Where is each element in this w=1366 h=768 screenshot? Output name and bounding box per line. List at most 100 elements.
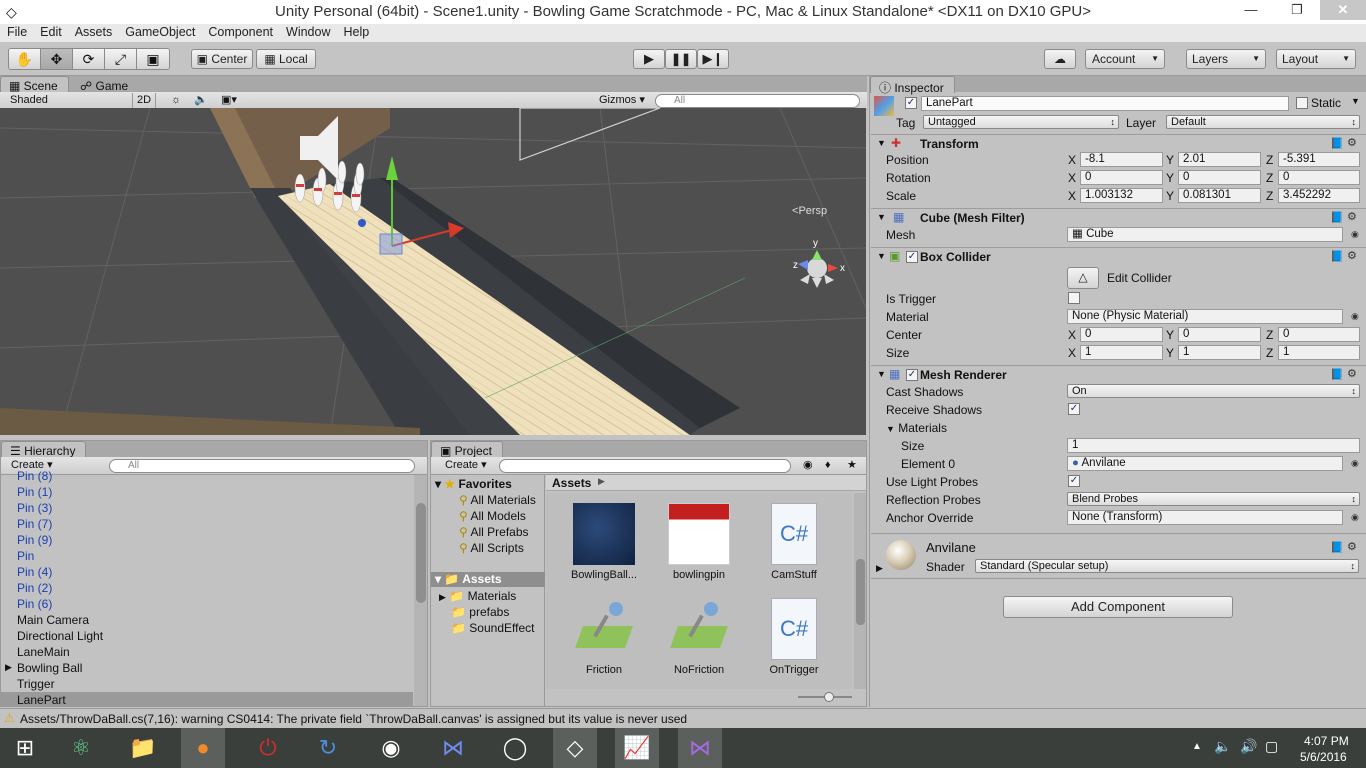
- hierarchy-scrollbar[interactable]: [414, 475, 427, 706]
- atom-app-icon[interactable]: ⚛: [59, 728, 103, 768]
- mesh-renderer-enabled-checkbox[interactable]: ✓: [906, 369, 918, 381]
- tag-dropdown[interactable]: Untagged: [923, 115, 1119, 129]
- speaker-icon[interactable]: 🔊: [1240, 738, 1257, 755]
- mesh-field[interactable]: ▦ Cube: [1067, 227, 1343, 242]
- status-bar[interactable]: ⚠ Assets/ThrowDaBall.cs(7,16): warning C…: [0, 708, 1366, 728]
- step-button[interactable]: ▶❙: [697, 49, 729, 69]
- cloud-icon[interactable]: ☁: [1044, 49, 1076, 69]
- unity-taskbar-icon[interactable]: ◇: [553, 728, 597, 768]
- tray-overflow-icon[interactable]: ▲: [1192, 741, 1202, 752]
- vector-x-field[interactable]: -8.1: [1080, 152, 1163, 167]
- hierarchy-item[interactable]: Trigger: [1, 676, 413, 692]
- transform-component-header[interactable]: ▼ ✚ Transform: [871, 134, 1366, 152]
- action-center-icon[interactable]: ▢: [1265, 738, 1278, 755]
- object-picker-icon[interactable]: ◉: [1351, 512, 1359, 523]
- rotate-tool-icon[interactable]: ⟳: [73, 49, 105, 69]
- hierarchy-item[interactable]: LanePart: [1, 692, 413, 706]
- asset-item[interactable]: C# OnTrigger: [754, 598, 834, 676]
- help-book-icon[interactable]: 📘: [1330, 368, 1344, 381]
- persp-label[interactable]: <Persp: [792, 205, 827, 217]
- vector-z-field[interactable]: 1: [1278, 345, 1360, 360]
- 2d-toggle[interactable]: 2D: [132, 93, 156, 108]
- mesh-filter-component-header[interactable]: ▼ ▦ Cube (Mesh Filter): [871, 208, 1366, 226]
- reflection-probes-dropdown[interactable]: Blend Probes: [1067, 492, 1360, 506]
- menu-edit[interactable]: Edit: [33, 24, 68, 39]
- settings-gear-icon[interactable]: ⚙: [1347, 540, 1357, 553]
- shader-dropdown[interactable]: Standard (Specular setup): [975, 559, 1359, 573]
- play-button[interactable]: ▶: [633, 49, 665, 69]
- mesh-renderer-component-header[interactable]: ▼ ▦ ✓ Mesh Renderer: [871, 365, 1366, 383]
- vector-z-field[interactable]: 3.452292: [1278, 188, 1360, 203]
- scene-viewport[interactable]: y x z <Persp: [0, 108, 866, 435]
- tab-scene[interactable]: ▦ Scene: [0, 76, 69, 93]
- clock-time[interactable]: 4:07 PM: [1304, 734, 1349, 748]
- expand-arrow-icon[interactable]: ▶: [5, 662, 12, 673]
- gizmos-dropdown[interactable]: Gizmos ▾: [593, 93, 645, 108]
- static-dropdown-icon[interactable]: ▼: [1351, 96, 1360, 106]
- hand-tool-icon[interactable]: ✋: [9, 49, 41, 69]
- visual-studio-icon[interactable]: ⋈: [678, 728, 722, 768]
- vector-y-field[interactable]: 1: [1178, 345, 1261, 360]
- hierarchy-item[interactable]: Pin (6): [1, 596, 413, 612]
- chart-app-icon[interactable]: 📈: [615, 728, 659, 768]
- restore-button[interactable]: ❐: [1274, 0, 1320, 20]
- material-foldout-icon[interactable]: ▶: [876, 563, 883, 574]
- vector-x-field[interactable]: 1: [1080, 345, 1163, 360]
- settings-gear-icon[interactable]: ⚙: [1347, 367, 1357, 380]
- pivot-local-button[interactable]: ▦ Local: [256, 49, 316, 69]
- box-collider-enabled-checkbox[interactable]: ✓: [906, 251, 918, 263]
- layout-dropdown[interactable]: Layout ▼: [1276, 49, 1356, 69]
- gameobject-name-field[interactable]: LanePart: [921, 96, 1289, 111]
- vector-y-field[interactable]: 0: [1178, 170, 1261, 185]
- account-dropdown[interactable]: Account ▼: [1085, 49, 1165, 69]
- close-button[interactable]: ✕: [1320, 0, 1366, 20]
- vector-y-field[interactable]: 0: [1178, 327, 1261, 342]
- materials-foldout[interactable]: ▼ Materials: [886, 421, 947, 435]
- volume-icon[interactable]: 🔈: [1214, 738, 1231, 755]
- gameobject-active-checkbox[interactable]: ✓: [905, 97, 917, 109]
- hierarchy-item[interactable]: Pin (2): [1, 580, 413, 596]
- collider-material-field[interactable]: None (Physic Material): [1067, 309, 1343, 324]
- asset-item[interactable]: C# CamStuff: [754, 503, 834, 581]
- folder-item[interactable]: 📁 prefabs: [451, 605, 509, 619]
- layers-dropdown[interactable]: Layers ▼: [1186, 49, 1266, 69]
- filter-label-icon[interactable]: ♦: [819, 458, 831, 473]
- vector-y-field[interactable]: 0.081301: [1178, 188, 1261, 203]
- file-explorer-icon[interactable]: 📁: [121, 728, 165, 768]
- vector-z-field[interactable]: 0: [1278, 327, 1360, 342]
- object-picker-icon[interactable]: ◉: [1351, 458, 1359, 469]
- settings-gear-icon[interactable]: ⚙: [1347, 136, 1357, 149]
- hierarchy-item[interactable]: ▶ Bowling Ball: [1, 660, 413, 676]
- favorite-item[interactable]: ⚲ All Prefabs: [459, 525, 529, 539]
- help-book-icon[interactable]: 📘: [1330, 250, 1344, 263]
- pivot-center-button[interactable]: ▣ Center: [191, 49, 253, 69]
- hierarchy-item[interactable]: Directional Light: [1, 628, 413, 644]
- visual-studio-code-icon[interactable]: ⋈: [431, 728, 475, 768]
- move-tool-icon[interactable]: ✥: [41, 49, 73, 69]
- github-icon[interactable]: ◯: [493, 728, 537, 768]
- project-create-dropdown[interactable]: Create ▾: [439, 458, 491, 473]
- windows-start-icon[interactable]: ⊞: [3, 728, 47, 768]
- hierarchy-item[interactable]: Pin: [1, 548, 413, 564]
- hierarchy-item[interactable]: Pin (3): [1, 500, 413, 516]
- help-book-icon[interactable]: 📘: [1330, 137, 1344, 150]
- sync-app-icon[interactable]: ↻: [306, 728, 350, 768]
- add-component-button[interactable]: Add Component: [1003, 596, 1233, 618]
- pause-button[interactable]: ❚❚: [665, 49, 697, 69]
- menu-component[interactable]: Component: [201, 24, 279, 39]
- folder-item[interactable]: ▶ 📁 Materials: [439, 589, 516, 603]
- anchor-override-field[interactable]: None (Transform): [1067, 510, 1343, 525]
- tab-project[interactable]: ▣ Project: [431, 441, 504, 458]
- remote-app-icon[interactable]: ◉: [369, 728, 413, 768]
- hierarchy-item[interactable]: Pin (8): [1, 468, 413, 484]
- assets-root-row[interactable]: ▾ 📁 Assets: [431, 572, 545, 587]
- element0-field[interactable]: ● Anvilane: [1067, 456, 1343, 471]
- vector-x-field[interactable]: 0: [1080, 170, 1163, 185]
- vector-x-field[interactable]: 1.003132: [1080, 188, 1163, 203]
- hierarchy-item[interactable]: Pin (1): [1, 484, 413, 500]
- cast-shadows-dropdown[interactable]: On: [1067, 384, 1360, 398]
- favorites-header[interactable]: ▾ ★ Favorites: [435, 477, 512, 491]
- use-light-probes-checkbox[interactable]: ✓: [1068, 475, 1080, 487]
- help-book-icon[interactable]: 📘: [1330, 211, 1344, 224]
- menu-gameobject[interactable]: GameObject: [118, 24, 201, 39]
